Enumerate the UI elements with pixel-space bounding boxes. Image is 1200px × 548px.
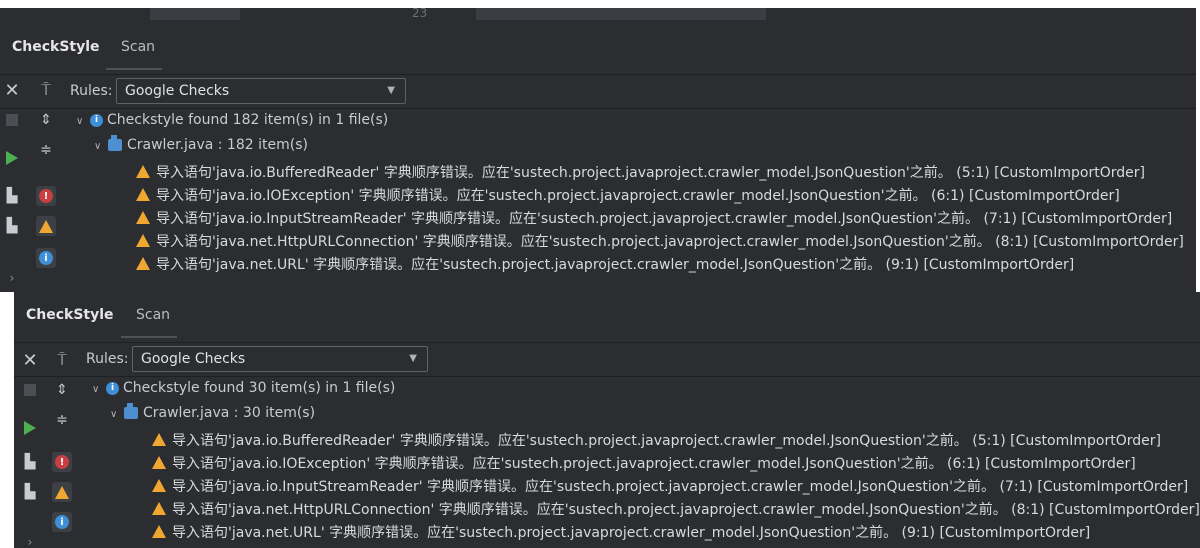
editor-strip: 23 bbox=[0, 8, 1196, 20]
close-icon[interactable]: ✕ bbox=[20, 350, 40, 371]
stop-icon[interactable] bbox=[20, 380, 40, 400]
warning-icon bbox=[136, 233, 150, 247]
tab-checkstyle[interactable]: CheckStyle bbox=[26, 300, 114, 330]
close-icon[interactable]: ✕ bbox=[2, 80, 22, 101]
expand-all-icon[interactable]: ⇕ bbox=[36, 110, 56, 130]
warning-filter-icon[interactable] bbox=[52, 482, 72, 502]
info-icon: i bbox=[90, 113, 103, 127]
collapse-all-icon[interactable]: ≑ bbox=[36, 140, 56, 160]
chevron-right-icon[interactable]: › bbox=[20, 532, 40, 548]
chevron-down-icon: ∨ bbox=[110, 409, 118, 420]
warning-icon bbox=[152, 455, 166, 469]
package-icon[interactable]: ▙ bbox=[20, 482, 40, 502]
checkstyle-panel-2: CheckStyle Scan ✕ ⍑ ⇕ ≑ ▙ ! ▙ i › Rules:… bbox=[14, 292, 1200, 548]
stop-icon[interactable] bbox=[2, 110, 22, 130]
warning-icon bbox=[152, 524, 166, 538]
chevron-down-icon: ∨ bbox=[92, 384, 100, 395]
tree-root[interactable]: ∨ i Checkstyle found 30 item(s) in 1 file(… bbox=[92, 380, 395, 396]
tree-file[interactable]: ∨ Crawler.java : 30 item(s) bbox=[110, 403, 316, 421]
chevron-down-icon: ∨ bbox=[76, 116, 84, 127]
chevron-down-icon: ∨ bbox=[94, 141, 102, 152]
list-item[interactable]: 导入语句'java.io.IOException' 字典顺序错误。应在'sust… bbox=[136, 185, 1120, 205]
chevron-down-icon: ▼ bbox=[387, 85, 395, 96]
chevron-down-icon: ▼ bbox=[409, 353, 417, 364]
rules-select[interactable]: Google Checks ▼ bbox=[116, 78, 406, 104]
summary-text: Checkstyle found 30 item(s) in 1 file(s) bbox=[123, 380, 396, 396]
tab-scan[interactable]: Scan bbox=[136, 300, 170, 330]
list-item[interactable]: 导入语句'java.net.HttpURLConnection' 字典顺序错误。… bbox=[152, 499, 1200, 519]
warning-icon bbox=[136, 164, 150, 178]
tree-root[interactable]: ∨ i Checkstyle found 182 item(s) in 1 file… bbox=[76, 112, 388, 128]
rules-select-value: Google Checks bbox=[125, 83, 230, 99]
rules-label: Rules: bbox=[86, 351, 129, 367]
tool-window-tabs: CheckStyle Scan bbox=[0, 32, 1196, 62]
tab-underline bbox=[106, 68, 162, 70]
warning-icon bbox=[152, 501, 166, 515]
warning-icon bbox=[136, 210, 150, 224]
checkstyle-panel-1: 23 CheckStyle Scan ✕ ⍑ ⇕ ≑ ▙ ! ▙ i › Rul… bbox=[0, 8, 1196, 292]
warning-icon bbox=[136, 187, 150, 201]
error-filter-icon[interactable]: ! bbox=[36, 186, 56, 206]
list-item[interactable]: 导入语句'java.net.HttpURLConnection' 字典顺序错误。… bbox=[136, 231, 1184, 251]
warning-filter-icon[interactable] bbox=[36, 216, 56, 236]
warning-icon bbox=[152, 432, 166, 446]
tab-checkstyle[interactable]: CheckStyle bbox=[12, 32, 100, 62]
file-text: Crawler.java : 182 item(s) bbox=[127, 137, 308, 153]
module-icon[interactable]: ▙ bbox=[20, 452, 40, 472]
list-item[interactable]: 导入语句'java.net.URL' 字典顺序错误。应在'sustech.pro… bbox=[152, 522, 1090, 542]
package-icon[interactable]: ▙ bbox=[2, 216, 22, 236]
rules-select-value: Google Checks bbox=[141, 351, 246, 367]
pin-icon[interactable]: ⍑ bbox=[52, 350, 72, 370]
rules-label: Rules: bbox=[70, 83, 113, 99]
tab-underline bbox=[121, 336, 177, 338]
run-icon[interactable] bbox=[2, 148, 22, 168]
list-item[interactable]: 导入语句'java.io.IOException' 字典顺序错误。应在'sust… bbox=[152, 453, 1136, 473]
tool-window-tabs: CheckStyle Scan bbox=[14, 300, 1200, 330]
info-filter-icon[interactable]: i bbox=[52, 512, 72, 532]
info-icon: i bbox=[106, 381, 119, 395]
java-file-icon bbox=[124, 403, 138, 419]
collapse-all-icon[interactable]: ≑ bbox=[52, 410, 72, 430]
warning-icon bbox=[136, 256, 150, 270]
tab-scan[interactable]: Scan bbox=[121, 32, 155, 62]
file-text: Crawler.java : 30 item(s) bbox=[143, 405, 316, 421]
java-file-icon bbox=[108, 135, 122, 151]
error-filter-icon[interactable]: ! bbox=[52, 452, 72, 472]
rules-select[interactable]: Google Checks ▼ bbox=[132, 346, 428, 372]
module-icon[interactable]: ▙ bbox=[2, 186, 22, 206]
pin-icon[interactable]: ⍑ bbox=[36, 80, 56, 100]
list-item[interactable]: 导入语句'java.io.InputStreamReader' 字典顺序错误。应… bbox=[152, 476, 1188, 496]
list-item[interactable]: 导入语句'java.io.BufferedReader' 字典顺序错误。应在's… bbox=[136, 162, 1145, 182]
toolbar-left: ✕ ⍑ ⇕ ≑ ▙ ! ▙ i › bbox=[0, 78, 66, 292]
summary-text: Checkstyle found 182 item(s) in 1 file(s… bbox=[107, 112, 389, 128]
tree-file[interactable]: ∨ Crawler.java : 182 item(s) bbox=[94, 135, 308, 153]
run-icon[interactable] bbox=[20, 418, 40, 438]
list-item[interactable]: 导入语句'java.io.BufferedReader' 字典顺序错误。应在's… bbox=[152, 430, 1161, 450]
warning-icon bbox=[152, 478, 166, 492]
line-number: 23 bbox=[412, 8, 428, 20]
list-item[interactable]: 导入语句'java.net.URL' 字典顺序错误。应在'sustech.pro… bbox=[136, 254, 1074, 274]
info-filter-icon[interactable]: i bbox=[36, 248, 56, 268]
expand-all-icon[interactable]: ⇕ bbox=[52, 380, 72, 400]
list-item[interactable]: 导入语句'java.io.InputStreamReader' 字典顺序错误。应… bbox=[136, 208, 1172, 228]
